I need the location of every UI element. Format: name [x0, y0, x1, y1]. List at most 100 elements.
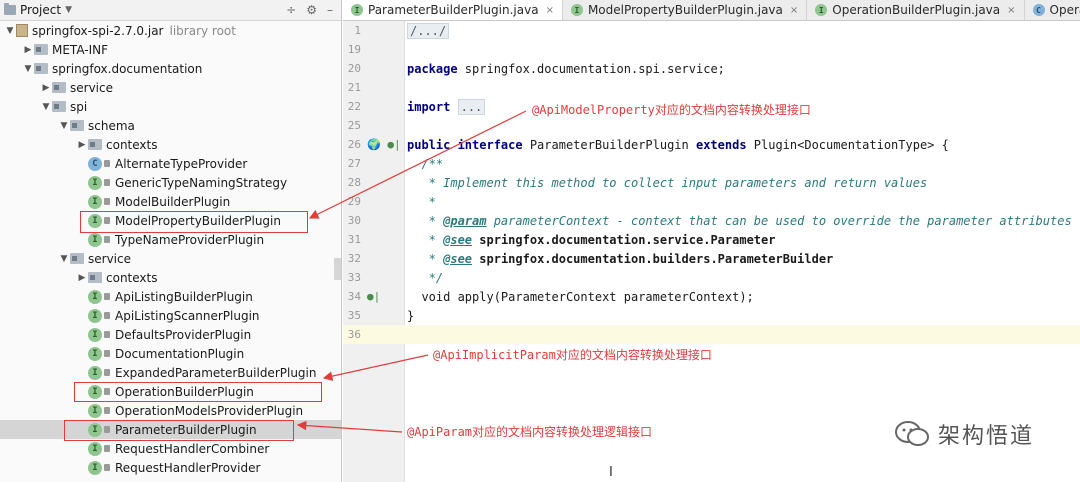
annotation-api-param: @ApiParam对应的文档内容转换处理逻辑接口: [407, 425, 653, 439]
code-line[interactable]: 29 *: [343, 192, 1080, 211]
tree-item[interactable]: ▶IApiListingScannerPlugin: [0, 306, 341, 325]
code-line[interactable]: 21: [343, 78, 1080, 97]
interface-icon: I: [88, 403, 102, 418]
tree-item[interactable]: ▶IGenericTypeNamingStrategy: [0, 173, 341, 192]
code-line[interactable]: 32 * @see springfox.documentation.builde…: [343, 249, 1080, 268]
lock-icon: [104, 198, 110, 205]
chevron-down-icon[interactable]: ▼: [58, 121, 70, 131]
tree-item-label: schema: [88, 118, 135, 133]
hide-panel-icon[interactable]: –: [327, 3, 333, 17]
tree-item[interactable]: ▶IRequestHandlerCombiner: [0, 439, 341, 458]
code-text: * @see springfox.documentation.builders.…: [407, 251, 834, 266]
class-icon: C: [88, 156, 102, 171]
tree-item-label: ModelBuilderPlugin: [115, 194, 231, 209]
tree-item-label: ExpandedParameterBuilderPlugin: [115, 365, 317, 380]
code-line[interactable]: 35}: [343, 306, 1080, 325]
interface-icon: I: [88, 289, 102, 304]
code-line[interactable]: 26 🌍 ●| public interface ParameterBuilderP…: [343, 135, 1080, 154]
tree-item[interactable]: ▶ service: [0, 78, 341, 97]
tree-item[interactable]: ▶IExpandedParameterBuilderPlugin: [0, 363, 341, 382]
tree-item[interactable]: ▶IDefaultsProviderPlugin: [0, 325, 341, 344]
tree-item[interactable]: ▼ spi: [0, 97, 341, 116]
line-number: 19: [347, 43, 361, 56]
line-number: 36: [347, 328, 361, 341]
tree-item[interactable]: ▶IModelBuilderPlugin: [0, 192, 341, 211]
code-text: package springfox.documentation.spi.serv…: [407, 61, 725, 76]
editor-tab[interactable]: I ModelPropertyBuilderPlugin.java ×: [563, 0, 808, 20]
tree-item-label: contexts: [106, 137, 158, 152]
gutter-marker-icon[interactable]: ●|: [367, 290, 380, 303]
chevron-right-icon[interactable]: ▶: [22, 45, 34, 55]
highlight-box-model-property: [80, 211, 308, 233]
code-line[interactable]: 31 * @see springfox.documentation.servic…: [343, 230, 1080, 249]
tree-item-label: service: [88, 251, 131, 266]
tree-item[interactable]: ▼ springfox-spi-2.7.0.jar library root: [0, 21, 341, 40]
code-area[interactable]: 1 /.../ 19 20 package springfox.documentatio…: [343, 21, 1080, 344]
code-line[interactable]: 1 /.../: [343, 21, 1080, 40]
code-line[interactable]: 36: [343, 325, 1080, 344]
editor-tab-bar: I ParameterBuilderPlugin.java × I ModelPrope…: [343, 0, 1080, 21]
tree-item[interactable]: ▶IApiListingBuilderPlugin: [0, 287, 341, 306]
tree-item-label: springfox.documentation: [52, 61, 203, 76]
lock-icon: [104, 407, 110, 414]
code-line[interactable]: 34 ●| void apply(ParameterContext paramet…: [343, 287, 1080, 306]
tree-item[interactable]: ▶IRequestHandlerProvider: [0, 458, 341, 477]
line-number: 32: [347, 252, 361, 265]
chevron-down-icon[interactable]: ▼: [58, 254, 70, 264]
project-view-selector[interactable]: Project ▼: [4, 3, 72, 17]
editor-tab[interactable]: I OperationBuilderPlugin.java ×: [807, 0, 1025, 20]
chevron-right-icon[interactable]: ▶: [40, 83, 52, 93]
line-number: 33: [347, 271, 361, 284]
lock-icon: [104, 350, 110, 357]
code-line[interactable]: 20 package springfox.documentation.spi.se…: [343, 59, 1080, 78]
library-root-label: library root: [169, 23, 236, 38]
tree-item[interactable]: ▼ service: [0, 249, 341, 268]
tree-item[interactable]: ▼ springfox.documentation: [0, 59, 341, 78]
lock-icon: [104, 331, 110, 338]
close-icon[interactable]: ×: [790, 5, 798, 16]
collapse-all-icon[interactable]: ÷: [286, 3, 296, 17]
code-line[interactable]: 30 * @param parameterContext - context t…: [343, 211, 1080, 230]
line-number: 1: [354, 24, 361, 37]
tree-item[interactable]: ▶IOperationModelsProviderPlugin: [0, 401, 341, 420]
chevron-right-icon[interactable]: ▶: [76, 140, 88, 150]
line-number: 21: [347, 81, 361, 94]
close-icon[interactable]: ×: [1007, 5, 1015, 16]
tree-item[interactable]: ▶ META-INF: [0, 40, 341, 59]
code-line[interactable]: 33 */: [343, 268, 1080, 287]
gutter-marker-icon[interactable]: 🌍 ●|: [367, 138, 401, 151]
code-line[interactable]: 19: [343, 40, 1080, 59]
code-text: *: [407, 194, 436, 209]
gear-icon[interactable]: ⚙: [306, 3, 317, 17]
tree-scrollbar[interactable]: [334, 258, 341, 280]
highlight-box-parameter-builder: [64, 420, 294, 441]
chevron-right-icon[interactable]: ▶: [76, 273, 88, 283]
editor-tab-label: ModelPropertyBuilderPlugin.java: [587, 3, 783, 17]
tree-item[interactable]: ▼ schema: [0, 116, 341, 135]
code-line[interactable]: 25: [343, 116, 1080, 135]
tree-item[interactable]: ▶ contexts: [0, 268, 341, 287]
chevron-down-icon: ▼: [65, 5, 72, 15]
editor-tab[interactable]: C OperationImplicitParam: [1025, 0, 1080, 20]
tree-item[interactable]: ▶IDocumentationPlugin: [0, 344, 341, 363]
chevron-down-icon[interactable]: ▼: [22, 64, 34, 74]
editor-tab-label: OperationImplicitParam: [1049, 3, 1080, 17]
code-text: * @see springfox.documentation.service.P…: [407, 232, 776, 247]
code-line[interactable]: 28 * Implement this method to collect in…: [343, 173, 1080, 192]
lock-icon: [104, 236, 110, 243]
editor-tab[interactable]: I ParameterBuilderPlugin.java ×: [343, 0, 563, 20]
chevron-down-icon[interactable]: ▼: [40, 102, 52, 112]
interface-icon: I: [88, 308, 102, 323]
lock-icon: [104, 369, 110, 376]
tree-item-label: spi: [70, 99, 88, 114]
close-icon[interactable]: ×: [546, 5, 554, 16]
code-line[interactable]: 27 /**: [343, 154, 1080, 173]
interface-icon: I: [88, 346, 102, 361]
chevron-down-icon[interactable]: ▼: [4, 26, 16, 36]
tree-item-label: GenericTypeNamingStrategy: [115, 175, 288, 190]
tree-item[interactable]: ▶CAlternateTypeProvider: [0, 154, 341, 173]
line-number: 34: [347, 290, 361, 303]
tree-item-label: TypeNameProviderPlugin: [115, 232, 265, 247]
tree-item-label: contexts: [106, 270, 158, 285]
tree-item[interactable]: ▶ contexts: [0, 135, 341, 154]
